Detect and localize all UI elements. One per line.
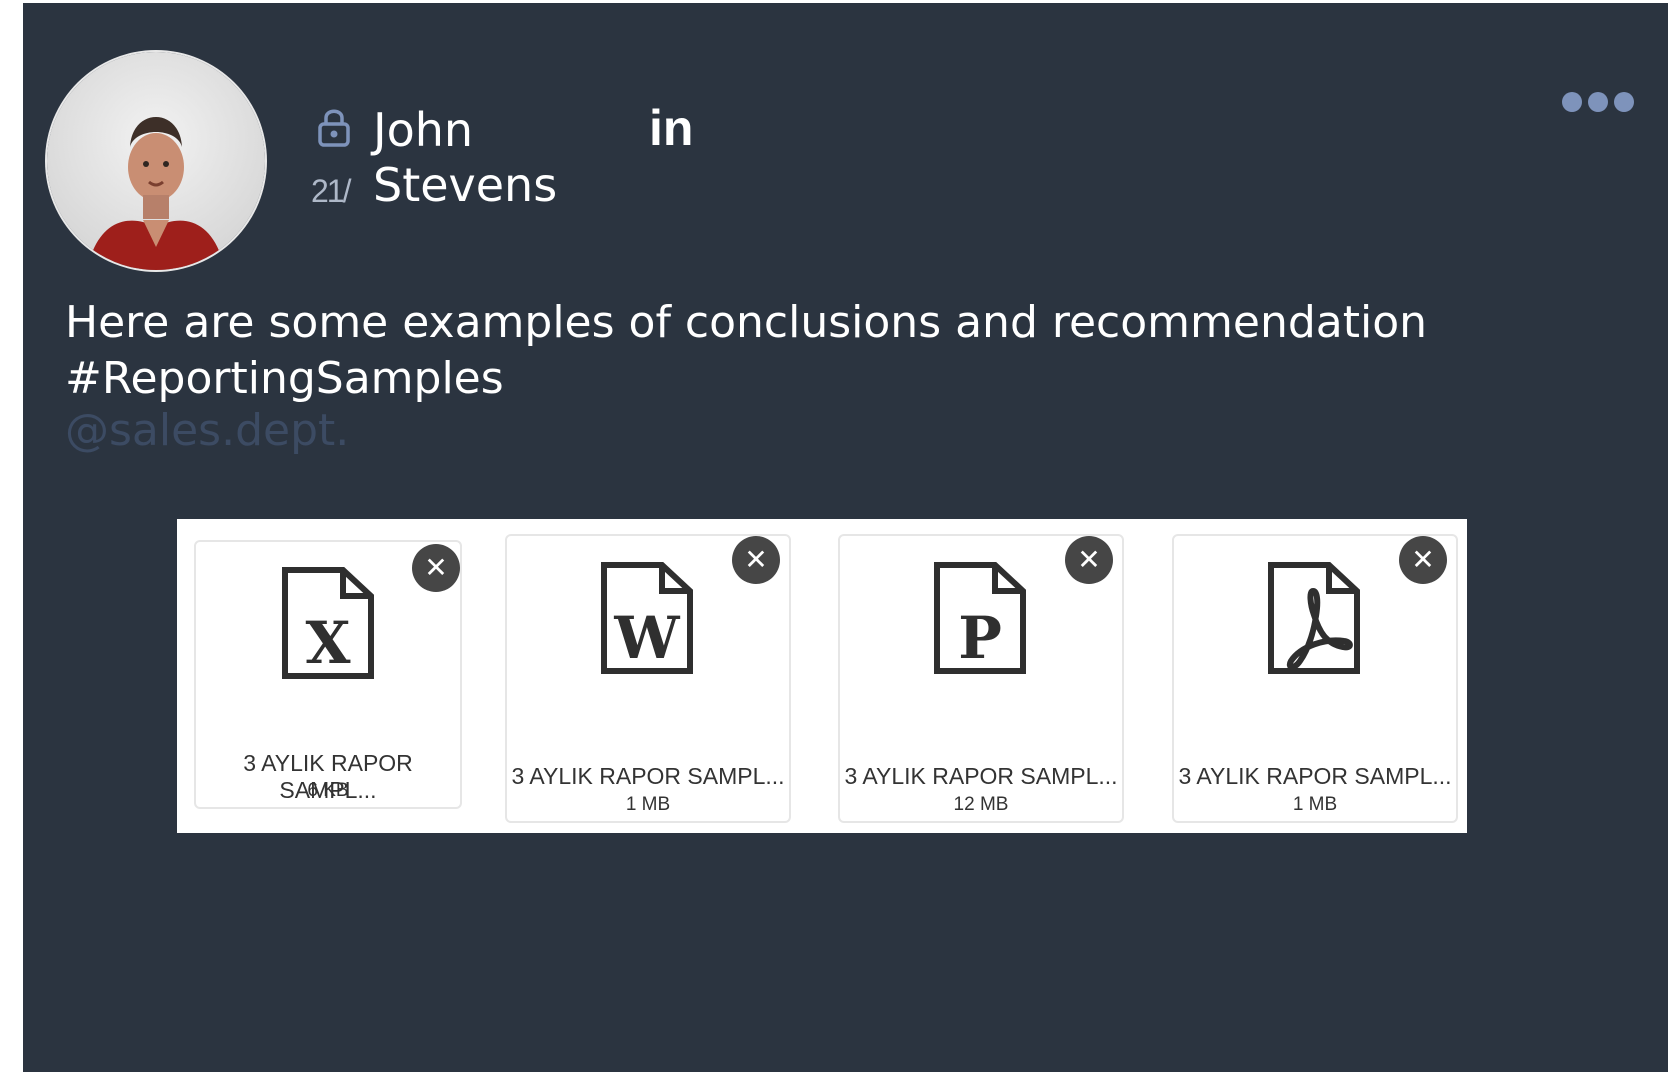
post-message: Here are some examples of conclusions an…	[65, 297, 1428, 404]
attachment-name: 3 AYLIK RAPOR SAMPL...	[844, 763, 1118, 789]
svg-text:W: W	[613, 604, 680, 672]
attachments-panel: X ✕ 3 AYLIK RAPOR SAMPL... 6 KB W ✕ 3 AY…	[177, 519, 1467, 833]
attachment-size: 6 KB	[307, 780, 349, 801]
attachment-name: 3 AYLIK RAPOR SAMPL...	[511, 763, 785, 789]
attachment-card[interactable]: W ✕ 3 AYLIK RAPOR SAMPL... 1 MB	[505, 534, 791, 823]
powerpoint-icon: P	[934, 562, 1026, 674]
more-icon[interactable]	[1562, 92, 1642, 118]
author-last-name[interactable]: Stevens	[373, 158, 557, 212]
avatar[interactable]	[47, 52, 265, 270]
post-card: 21/ John Stevens in Here are some exampl…	[23, 3, 1668, 1072]
linkedin-icon[interactable]: in	[649, 99, 693, 157]
remove-attachment-button[interactable]: ✕	[1399, 536, 1447, 584]
author-first-name[interactable]: John	[373, 103, 473, 157]
attachment-card[interactable]: ✕ 3 AYLIK RAPOR SAMPL... 1 MB	[1172, 534, 1458, 823]
svg-text:P: P	[958, 604, 1002, 672]
more-dot	[1562, 92, 1582, 112]
excel-icon: X	[282, 567, 374, 679]
remove-attachment-button[interactable]: ✕	[1065, 536, 1113, 584]
svg-text:X: X	[305, 609, 350, 677]
lock-icon	[318, 109, 350, 147]
mention-link[interactable]: @sales.dept.	[65, 403, 349, 459]
attachment-size: 1 MB	[625, 794, 671, 815]
attachment-size: 12 MB	[953, 794, 1009, 815]
more-dot	[1614, 92, 1634, 112]
attachment-size: 1 MB	[1292, 794, 1338, 815]
attachment-name: 3 AYLIK RAPOR SAMPL...	[1178, 763, 1452, 789]
remove-attachment-button[interactable]: ✕	[732, 536, 780, 584]
word-icon: W	[601, 562, 693, 674]
remove-attachment-button[interactable]: ✕	[412, 544, 460, 592]
avatar-photo	[87, 117, 225, 270]
post-date: 21/	[311, 173, 352, 209]
attachment-card[interactable]: P ✕ 3 AYLIK RAPOR SAMPL... 12 MB	[838, 534, 1124, 823]
attachment-card[interactable]: X ✕ 3 AYLIK RAPOR SAMPL... 6 KB	[194, 540, 462, 809]
pdf-icon	[1268, 562, 1360, 674]
more-dot	[1588, 92, 1608, 112]
